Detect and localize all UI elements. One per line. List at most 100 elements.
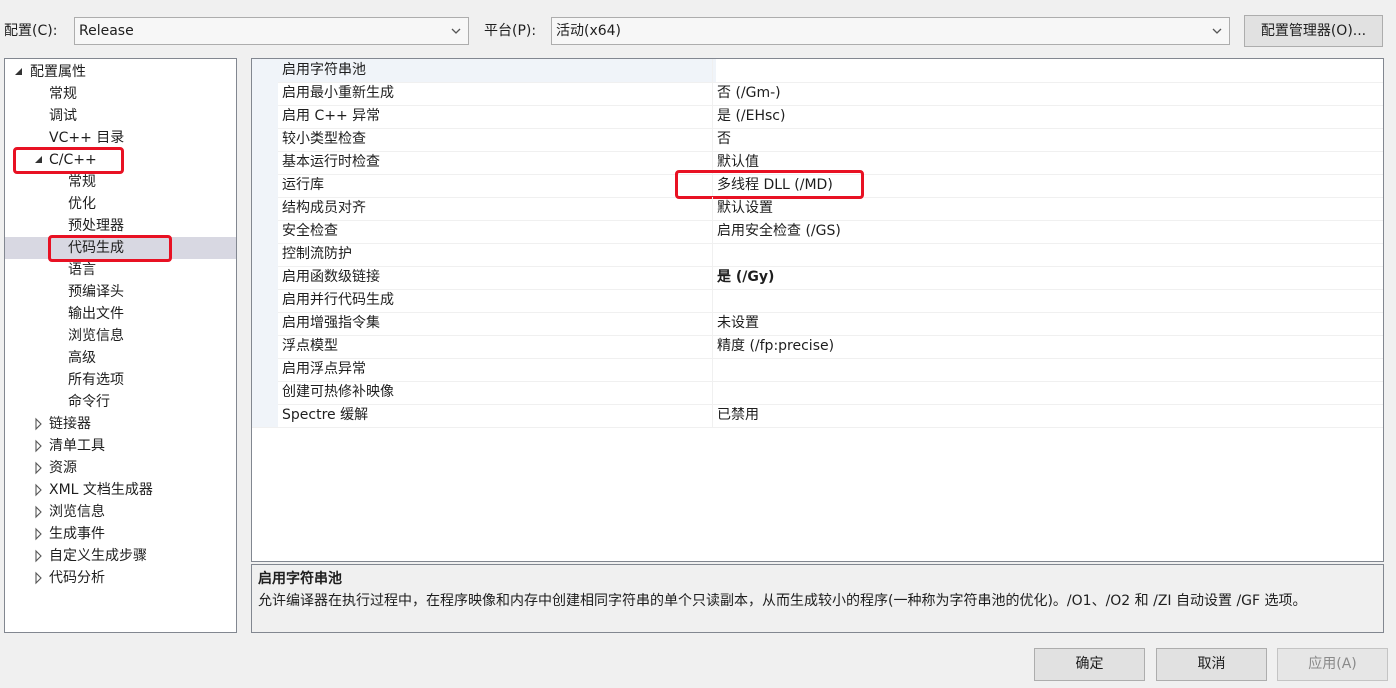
collapsed-triangle-icon[interactable]	[33, 501, 45, 523]
property-name: 浮点模型	[282, 338, 338, 354]
row-gutter	[252, 358, 278, 381]
tree-item-label: 配置属性	[30, 64, 86, 80]
property-name: 启用函数级链接	[282, 269, 380, 285]
property-name: 运行库	[282, 177, 324, 193]
apply-button[interactable]: 应用(A)	[1277, 648, 1388, 681]
property-row[interactable]: 启用浮点异常	[252, 358, 1383, 382]
tree-item[interactable]: 预编译头	[5, 281, 236, 303]
tree-item[interactable]: 常规	[5, 171, 236, 193]
property-row[interactable]: 较小类型检查 否	[252, 128, 1383, 152]
chevron-down-icon	[451, 28, 461, 34]
tree-item[interactable]: 调试	[5, 105, 236, 127]
tree-item[interactable]: 链接器	[5, 413, 236, 435]
property-row[interactable]: 安全检查 启用安全检查 (/GS)	[252, 220, 1383, 244]
property-row[interactable]: 启用 C++ 异常 是 (/EHsc)	[252, 105, 1383, 129]
tree-item-label: 链接器	[49, 416, 91, 432]
tree-item[interactable]: 生成事件	[5, 523, 236, 545]
tree-item[interactable]: 语言	[5, 259, 236, 281]
description-text: 允许编译器在执行过程中，在程序映像和内存中创建相同字符串的单个只读副本，从而生成…	[258, 593, 1307, 609]
tree-item[interactable]: 资源	[5, 457, 236, 479]
config-manager-button[interactable]: 配置管理器(O)...	[1244, 15, 1383, 47]
property-row[interactable]: Spectre 缓解 已禁用	[252, 404, 1383, 428]
property-name: 控制流防护	[282, 246, 352, 262]
property-value[interactable]	[712, 358, 1383, 381]
tree-item[interactable]: 清单工具	[5, 435, 236, 457]
property-value[interactable]: 否	[712, 128, 1383, 151]
property-name: 结构成员对齐	[282, 200, 366, 216]
property-row[interactable]: 结构成员对齐 默认设置	[252, 197, 1383, 221]
row-gutter	[252, 197, 278, 220]
property-value[interactable]	[712, 289, 1383, 312]
property-value[interactable]: 默认设置	[712, 197, 1383, 220]
row-gutter	[252, 243, 278, 266]
property-row[interactable]: 浮点模型 精度 (/fp:precise)	[252, 335, 1383, 359]
tree-item-label: XML 文档生成器	[49, 482, 153, 498]
tree-item[interactable]: 代码分析	[5, 567, 236, 589]
highlight-annotation	[675, 170, 864, 199]
property-row[interactable]: 启用并行代码生成	[252, 289, 1383, 313]
property-value[interactable]	[712, 243, 1383, 266]
collapsed-triangle-icon[interactable]	[33, 567, 45, 589]
property-value[interactable]	[712, 59, 1383, 82]
description-title: 启用字符串池	[258, 571, 342, 587]
collapsed-triangle-icon[interactable]	[33, 545, 45, 567]
property-value[interactable]	[712, 381, 1383, 404]
property-name: 启用增强指令集	[282, 315, 380, 331]
tree-item[interactable]: 优化	[5, 193, 236, 215]
property-row[interactable]: 启用最小重新生成 否 (/Gm-)	[252, 82, 1383, 106]
config-dropdown[interactable]: Release	[74, 17, 469, 45]
property-value[interactable]: 是 (/Gy)	[712, 266, 1383, 289]
property-row[interactable]: 启用字符串池	[252, 59, 1383, 83]
property-value[interactable]: 否 (/Gm-)	[712, 82, 1383, 105]
ok-button[interactable]: 确定	[1034, 648, 1145, 681]
row-gutter	[252, 312, 278, 335]
cancel-button[interactable]: 取消	[1156, 648, 1267, 681]
tree-item[interactable]: 浏览信息	[5, 325, 236, 347]
tree-item[interactable]: XML 文档生成器	[5, 479, 236, 501]
tree-item[interactable]: 预处理器	[5, 215, 236, 237]
tree-item-label: 常规	[68, 174, 96, 190]
property-value[interactable]: 未设置	[712, 312, 1383, 335]
property-row[interactable]: 创建可热修补映像	[252, 381, 1383, 405]
expanded-triangle-icon[interactable]	[13, 61, 25, 83]
highlight-annotation	[13, 147, 124, 174]
property-name: 创建可热修补映像	[282, 384, 394, 400]
property-grid: 启用字符串池 启用最小重新生成 否 (/Gm-) 启用 C++ 异常 是 (/EHsc)…	[251, 58, 1384, 562]
platform-label: 平台(P):	[484, 23, 537, 39]
row-gutter	[252, 381, 278, 404]
tree-item[interactable]: 浏览信息	[5, 501, 236, 523]
tree-item-label: 语言	[68, 262, 96, 278]
platform-dropdown[interactable]: 活动(x64)	[551, 17, 1230, 45]
tree-item[interactable]: 高级	[5, 347, 236, 369]
row-gutter	[252, 151, 278, 174]
tree-item[interactable]: 命令行	[5, 391, 236, 413]
property-value[interactable]: 是 (/EHsc)	[712, 105, 1383, 128]
tree-item-label: 输出文件	[68, 306, 124, 322]
tree-item[interactable]: 所有选项	[5, 369, 236, 391]
tree-item-label: 清单工具	[49, 438, 105, 454]
config-dropdown-value: Release	[79, 23, 134, 39]
collapsed-triangle-icon[interactable]	[33, 479, 45, 501]
property-row[interactable]: 控制流防护	[252, 243, 1383, 267]
collapsed-triangle-icon[interactable]	[33, 457, 45, 479]
tree-item[interactable]: 输出文件	[5, 303, 236, 325]
collapsed-triangle-icon[interactable]	[33, 523, 45, 545]
property-name: 基本运行时检查	[282, 154, 380, 170]
property-value[interactable]: 启用安全检查 (/GS)	[712, 220, 1383, 243]
highlight-annotation	[48, 235, 172, 262]
row-gutter	[252, 289, 278, 312]
property-value[interactable]: 精度 (/fp:precise)	[712, 335, 1383, 358]
tree-item[interactable]: VC++ 目录	[5, 127, 236, 149]
tree-item[interactable]: 常规	[5, 83, 236, 105]
tree-item[interactable]: 配置属性	[5, 61, 236, 83]
property-value[interactable]: 已禁用	[712, 404, 1383, 427]
collapsed-triangle-icon[interactable]	[33, 413, 45, 435]
row-gutter	[252, 266, 278, 289]
tree-item-label: 自定义生成步骤	[49, 548, 147, 564]
tree-item[interactable]: 自定义生成步骤	[5, 545, 236, 567]
tree-item-label: 预编译头	[68, 284, 124, 300]
tree-item-label: 预处理器	[68, 218, 124, 234]
collapsed-triangle-icon[interactable]	[33, 435, 45, 457]
property-row[interactable]: 启用函数级链接 是 (/Gy)	[252, 266, 1383, 290]
property-row[interactable]: 启用增强指令集 未设置	[252, 312, 1383, 336]
